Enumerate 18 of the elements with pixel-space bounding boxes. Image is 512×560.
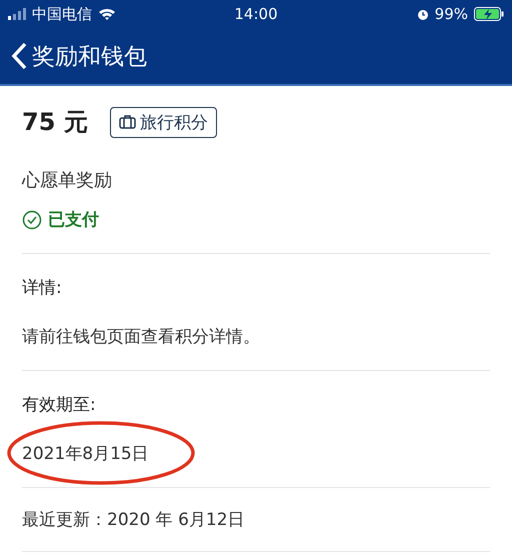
page-title: 奖励和钱包 <box>32 42 147 72</box>
payment-status: 已支付 <box>48 209 99 231</box>
battery-percent: 99% <box>434 5 468 23</box>
carrier-name: 中国电信 <box>32 4 92 24</box>
status-time: 14:00 <box>234 5 278 23</box>
reward-name: 心愿单奖励 <box>22 169 113 192</box>
section-label: 详情: <box>22 277 63 299</box>
back-icon[interactable] <box>10 42 28 70</box>
reward-amount: 75 元 <box>22 107 88 138</box>
suitcase-icon <box>118 115 136 129</box>
alarm-icon <box>416 8 429 20</box>
last-updated: 最近更新：2020 年 6月12日 <box>22 487 490 552</box>
signal-icon <box>8 8 26 20</box>
section-value: 请前往钱包页面查看积分详情。 <box>22 327 260 347</box>
section-value: 2021年8月15日 <box>22 444 149 464</box>
wifi-icon <box>98 7 116 21</box>
travel-points-tag: 旅行积分 <box>110 106 217 138</box>
section-label: 有效期至: <box>22 394 97 416</box>
